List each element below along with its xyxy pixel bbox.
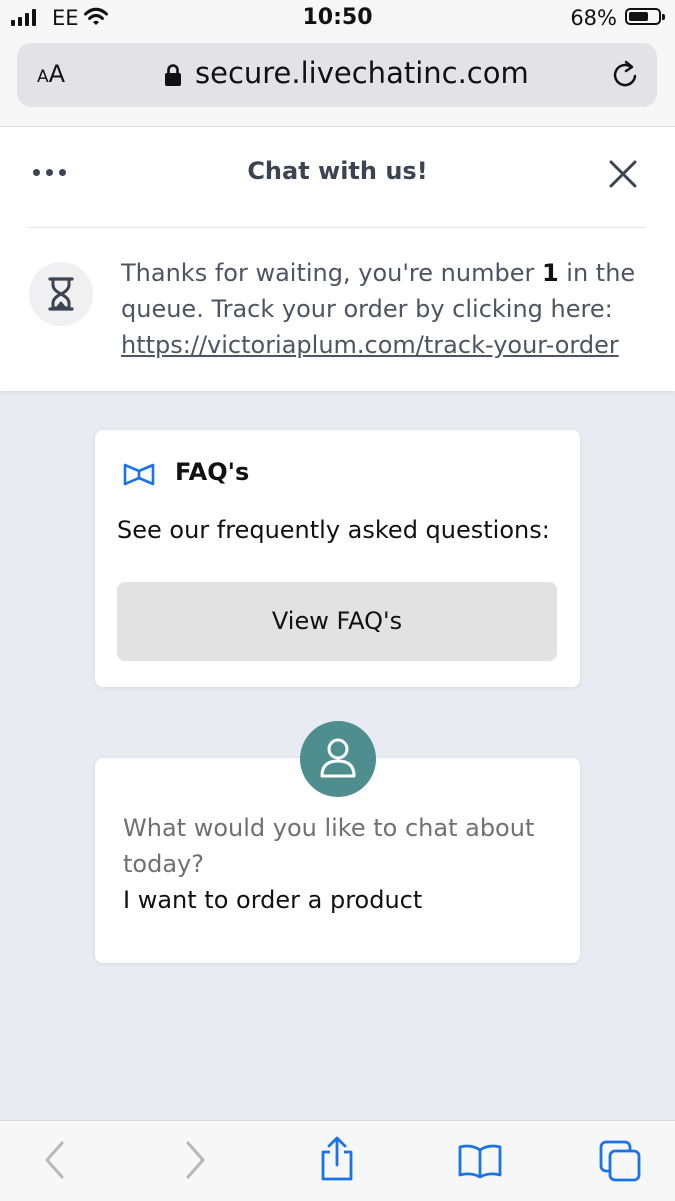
hourglass-icon [48,277,74,311]
tabs-icon[interactable] [598,1139,644,1183]
lock-icon [165,64,181,86]
avatar [300,721,376,797]
chat-title: Chat with us! [247,157,428,185]
track-order-link[interactable]: https://victoriaplum.com/track-your-orde… [121,331,619,359]
status-bar: EE 10:50 68% [0,0,675,40]
bookmarks-icon[interactable] [457,1143,503,1179]
url-text[interactable]: secure.livechatinc.com [195,56,529,90]
topic-question: What would you like to chat about today? [123,814,535,878]
browser-toolbar [0,1120,675,1201]
book-icon [123,463,155,486]
browser-header: AA secure.livechatinc.com [0,40,675,127]
divider [29,227,646,228]
view-faq-button[interactable]: View FAQ's [117,582,557,661]
address-bar[interactable]: AA secure.livechatinc.com [17,43,657,107]
queue-position: 1 [541,259,559,287]
queue-status-icon [29,262,93,326]
battery-icon [625,8,665,25]
text-size-button[interactable]: AA [37,60,65,88]
faq-title: FAQ's [175,458,250,486]
queue-message: Thanks for waiting, you're number 1 in t… [121,259,636,359]
share-icon[interactable] [318,1135,356,1183]
user-icon [320,738,356,778]
forward-icon[interactable] [182,1139,208,1181]
faq-description: See our frequently asked questions: [117,516,550,544]
reload-icon[interactable] [611,59,641,91]
topic-answer: I want to order a product [123,886,423,914]
close-icon[interactable] [606,157,640,191]
back-icon[interactable] [42,1139,68,1181]
faq-card: FAQ's See our frequently asked questions… [95,430,580,687]
battery-percent: 68% [570,6,617,30]
chat-header: Chat with us! Thanks for waiting, you're… [0,127,675,391]
